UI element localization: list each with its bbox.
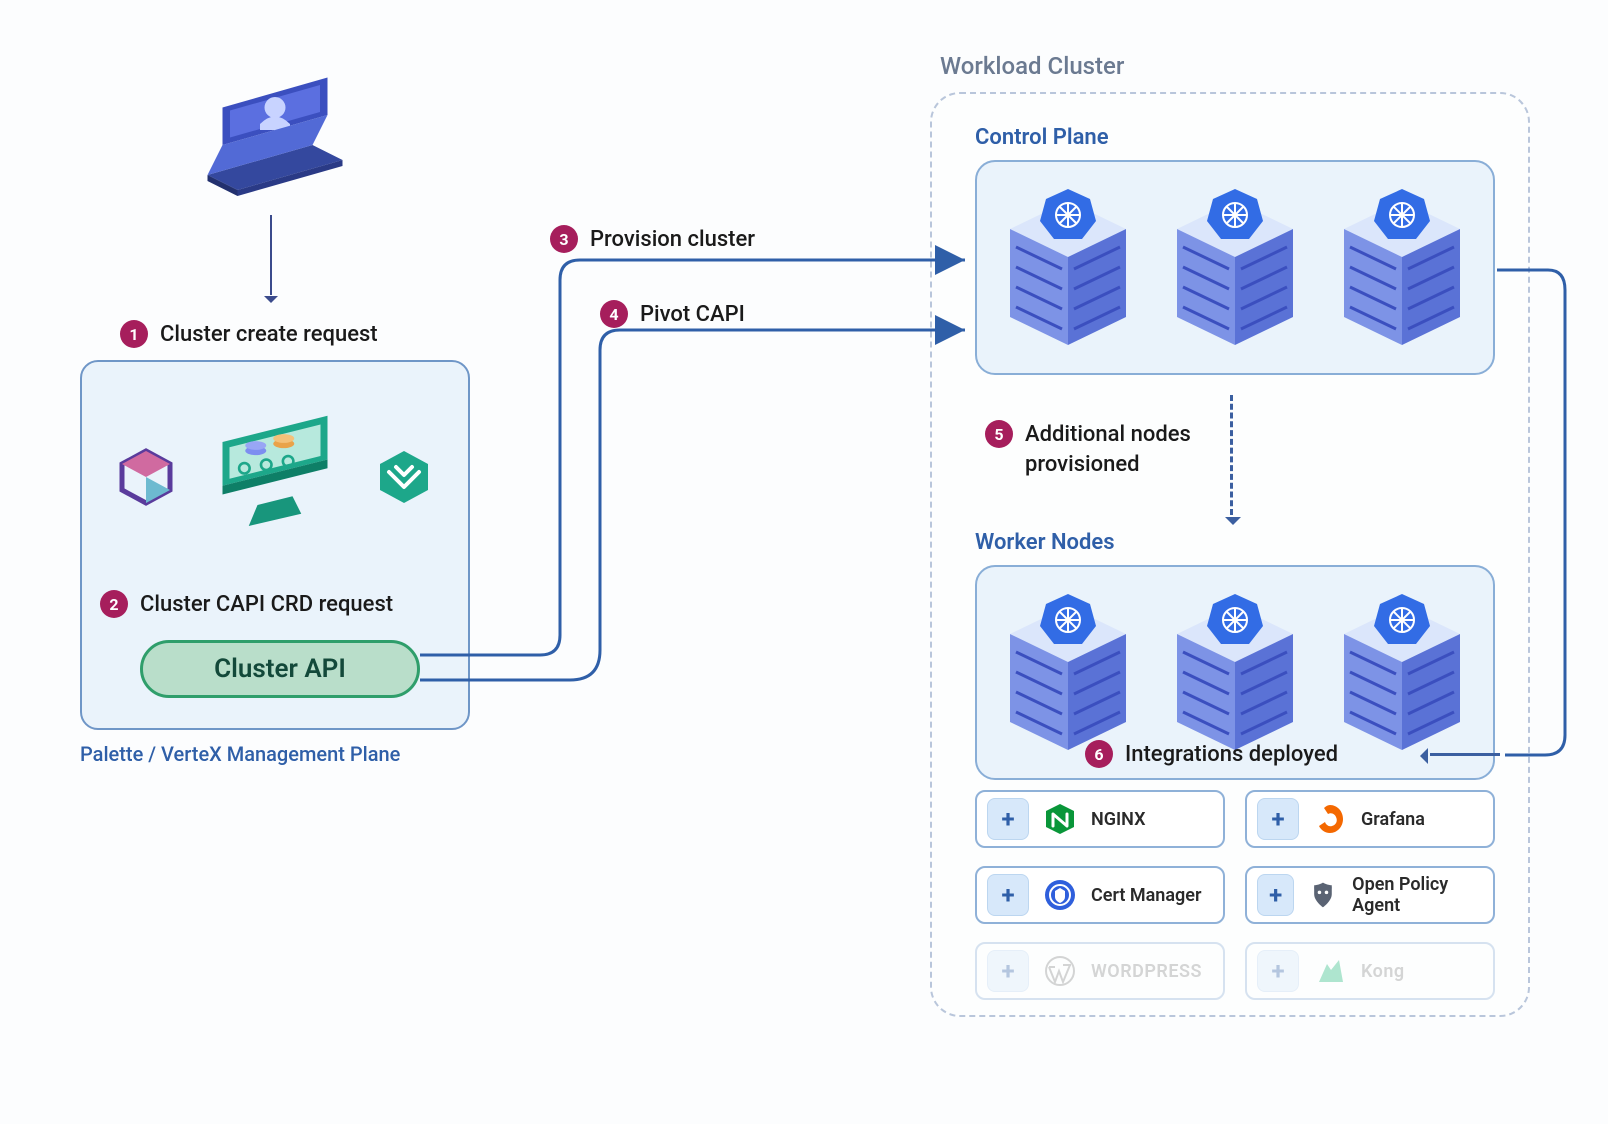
- step-4-badge: 4: [600, 300, 628, 328]
- step-6-text: Integrations deployed: [1125, 742, 1338, 767]
- arrow-controlplane-to-workers: [1230, 395, 1233, 515]
- step-5: 5 Additional nodes provisioned: [985, 420, 1191, 479]
- add-integration-button[interactable]: +: [1257, 950, 1299, 992]
- integration-card-kong: + Kong: [1245, 942, 1495, 1000]
- step-5-badge: 5: [985, 420, 1013, 448]
- worker-nodes-title: Worker Nodes: [975, 530, 1495, 555]
- cluster-api-label: Cluster API: [214, 654, 346, 684]
- add-integration-button[interactable]: +: [987, 874, 1029, 916]
- integration-card-certmanager: + Cert Manager: [975, 866, 1225, 924]
- step-4-text: Pivot CAPI: [640, 302, 745, 327]
- opa-logo-icon: [1308, 878, 1338, 912]
- control-plane-panel: [975, 160, 1495, 375]
- integration-name: NGINX: [1091, 809, 1145, 830]
- step-4: 4 Pivot CAPI: [600, 300, 745, 328]
- step-6-badge: 6: [1085, 740, 1113, 768]
- server-node-icon: [1332, 588, 1472, 758]
- workload-cluster-title: Workload Cluster: [940, 52, 1124, 80]
- arrow-to-integrations: [1430, 753, 1500, 756]
- integration-card-opa: + Open Policy Agent: [1245, 866, 1495, 924]
- server-node-icon: [1165, 183, 1305, 353]
- add-integration-button[interactable]: +: [987, 798, 1029, 840]
- laptop-icon: [200, 60, 350, 200]
- integration-name: Open Policy Agent: [1352, 874, 1483, 916]
- integration-name: WORDPRESS: [1091, 961, 1202, 982]
- step-1-badge: 1: [120, 320, 148, 348]
- mgmt-plane-caption: Palette / VerteX Management Plane: [80, 742, 400, 766]
- step-2: 2 Cluster CAPI CRD request: [100, 590, 393, 618]
- kong-logo-icon: [1313, 954, 1347, 988]
- step-3: 3 Provision cluster: [550, 225, 755, 253]
- certmanager-logo-icon: [1043, 878, 1077, 912]
- control-plane-section: Control Plane: [975, 125, 1495, 375]
- vertex-logo-icon: [374, 447, 434, 507]
- step-5-text: Additional nodes provisioned: [1025, 420, 1191, 479]
- server-node-icon: [998, 588, 1138, 758]
- arrow-laptop-to-mgmt: [270, 215, 272, 295]
- step-2-badge: 2: [100, 590, 128, 618]
- diagram-canvas: 1 Cluster create request 3 Provision clu…: [0, 0, 1608, 1124]
- integration-name: Grafana: [1361, 809, 1425, 830]
- palette-logo-icon: [116, 447, 176, 507]
- nginx-logo-icon: [1043, 802, 1077, 836]
- add-integration-button[interactable]: +: [987, 950, 1029, 992]
- add-integration-button[interactable]: +: [1257, 874, 1294, 916]
- integration-card-wordpress: + WORDPRESS: [975, 942, 1225, 1000]
- control-plane-title: Control Plane: [975, 125, 1495, 150]
- step-3-text: Provision cluster: [590, 227, 755, 252]
- integration-card-nginx: + NGINX: [975, 790, 1225, 848]
- cluster-api-pill: Cluster API: [140, 640, 420, 698]
- step-1-text: Cluster create request: [160, 322, 378, 347]
- integrations-grid: + NGINX + Grafana + Cert Manager + Open …: [975, 790, 1495, 1000]
- mgmt-icons: [102, 382, 448, 572]
- server-node-icon: [998, 183, 1138, 353]
- step-3-badge: 3: [550, 225, 578, 253]
- step-6: 6 Integrations deployed: [1085, 740, 1338, 768]
- server-node-icon: [1165, 588, 1305, 758]
- server-node-icon: [1332, 183, 1472, 353]
- wordpress-logo-icon: [1043, 954, 1077, 988]
- integration-name: Kong: [1361, 961, 1405, 982]
- integration-card-grafana: + Grafana: [1245, 790, 1495, 848]
- step-1: 1 Cluster create request: [120, 320, 378, 348]
- integration-name: Cert Manager: [1091, 885, 1201, 906]
- add-integration-button[interactable]: +: [1257, 798, 1299, 840]
- monitor-dashboard-icon: [205, 407, 345, 547]
- step-2-text: Cluster CAPI CRD request: [140, 592, 393, 617]
- grafana-logo-icon: [1313, 802, 1347, 836]
